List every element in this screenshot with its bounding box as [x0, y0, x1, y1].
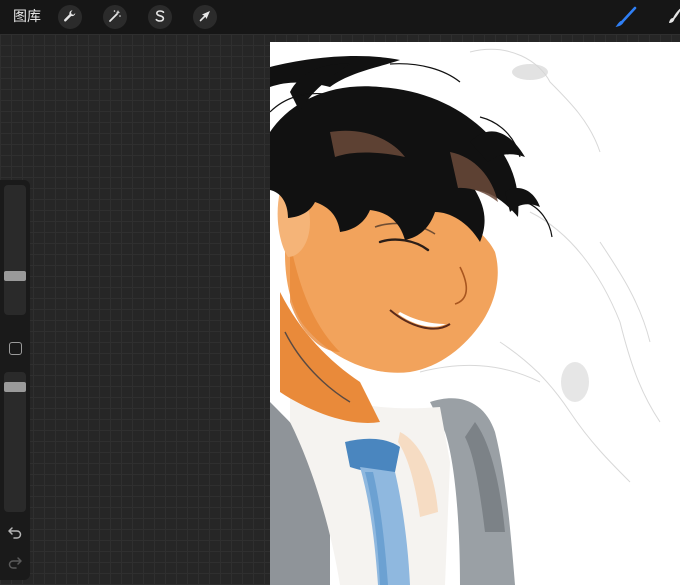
opacity-thumb[interactable]: [4, 382, 26, 392]
sketch-smudge: [512, 64, 548, 80]
top-toolbar: 图库: [0, 0, 680, 34]
brush-size-slider[interactable]: [4, 185, 26, 315]
redo-icon[interactable]: [7, 554, 23, 570]
square-icon[interactable]: [9, 342, 22, 355]
painting-artwork: [270, 48, 661, 585]
wrench-icon: [63, 8, 77, 27]
actions-button[interactable]: [58, 5, 82, 29]
sketch-smudge: [561, 362, 589, 402]
adjustments-button[interactable]: [103, 5, 127, 29]
undo-icon[interactable]: [7, 524, 23, 540]
drawing-canvas[interactable]: [270, 42, 680, 585]
transform-button[interactable]: [193, 5, 217, 29]
magic-wand-icon: [108, 8, 122, 27]
gallery-button[interactable]: 图库: [13, 8, 41, 26]
opacity-slider[interactable]: [4, 372, 26, 512]
tie-knot: [345, 438, 400, 473]
selection-s-icon: [153, 8, 167, 27]
brush-size-thumb[interactable]: [4, 271, 26, 281]
arrow-cursor-icon: [198, 8, 212, 27]
left-sidebar: [0, 180, 30, 580]
selection-button[interactable]: [148, 5, 172, 29]
brush-icon[interactable]: [612, 5, 638, 31]
smudge-icon[interactable]: [664, 5, 680, 31]
